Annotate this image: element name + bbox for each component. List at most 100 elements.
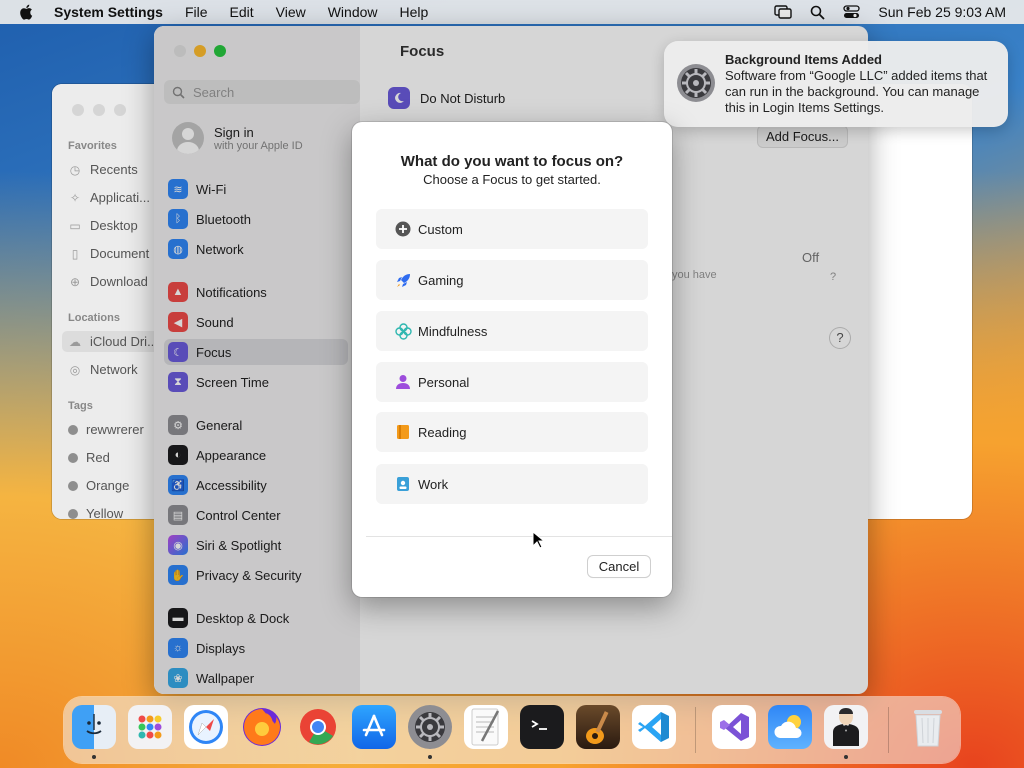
dialog-subtitle: Choose a Focus to get started. xyxy=(423,172,601,187)
dock-separator xyxy=(695,707,696,753)
dock-trash-icon[interactable] xyxy=(906,705,950,749)
finder-zoom-button[interactable] xyxy=(114,104,126,116)
menu-file[interactable]: File xyxy=(185,4,208,20)
notification-body: Software from “Google LLC” added items t… xyxy=(725,68,988,115)
finder-item-label: Download xyxy=(90,274,148,289)
finder-tag-label: Red xyxy=(86,450,110,465)
spotlight-search-icon[interactable] xyxy=(810,5,825,20)
screen-mirroring-icon[interactable] xyxy=(774,5,793,19)
clock-icon: ◷ xyxy=(69,162,81,177)
dock-launchpad-icon[interactable] xyxy=(128,705,172,749)
finder-item-label: iCloud Dri... xyxy=(90,334,158,349)
menu-app-name[interactable]: System Settings xyxy=(54,4,163,20)
dock-chrome-icon[interactable] xyxy=(296,705,340,749)
finder-item-network[interactable]: ◎ Network xyxy=(68,362,138,377)
dock-separator xyxy=(888,707,889,753)
menu-edit[interactable]: Edit xyxy=(230,4,254,20)
finder-minimize-button[interactable] xyxy=(93,104,105,116)
system-settings-gear-icon xyxy=(677,64,715,102)
menu-bar: System Settings File Edit View Window He… xyxy=(0,0,1024,24)
finder-item-label: Desktop xyxy=(90,218,138,233)
dock-garageband-icon[interactable] xyxy=(576,705,620,749)
dock-visual-studio-icon[interactable] xyxy=(712,705,756,749)
focus-option-custom[interactable]: Custom xyxy=(376,209,648,249)
finder-sidebar: Favorites ◷ Recents ✧ Applicati... ▭ Deskto… xyxy=(52,84,164,519)
dock-app-store-icon[interactable] xyxy=(352,705,396,749)
finder-favorites-header: Favorites xyxy=(68,140,117,152)
dock-firefox-icon[interactable] xyxy=(240,705,284,749)
finder-tag-item[interactable]: Red xyxy=(68,450,110,465)
focus-option-work[interactable]: Work xyxy=(376,464,648,504)
flower-icon xyxy=(394,322,412,340)
finder-item-label: Recents xyxy=(90,162,138,177)
dock-running-indicator xyxy=(92,755,96,759)
finder-item-recents[interactable]: ◷ Recents xyxy=(68,162,138,177)
focus-option-label: Work xyxy=(418,476,449,492)
finder-item-documents[interactable]: ▯ Document xyxy=(68,246,150,261)
finder-item-desktop[interactable]: ▭ Desktop xyxy=(68,218,138,233)
finder-item-label: Network xyxy=(90,362,138,377)
focus-option-label: Personal xyxy=(418,374,470,390)
focus-option-label: Reading xyxy=(418,424,467,440)
finder-tag-label: Yellow xyxy=(86,506,124,519)
finder-tags-header: Tags xyxy=(68,400,93,412)
dock-vscode-icon[interactable] xyxy=(632,705,676,749)
plus-circle-icon xyxy=(394,220,412,238)
desktop-icon: ▭ xyxy=(69,218,81,233)
cloud-icon: ☁ xyxy=(69,334,81,349)
applications-icon: ✧ xyxy=(69,190,81,205)
finder-tag-item[interactable]: Yellow xyxy=(68,506,123,519)
apple-menu-icon[interactable] xyxy=(18,3,36,21)
dock-textedit-icon[interactable] xyxy=(464,705,508,749)
menu-window[interactable]: Window xyxy=(328,4,378,20)
mouse-cursor-icon xyxy=(532,531,544,549)
finder-locations-header: Locations xyxy=(68,312,120,324)
menu-view[interactable]: View xyxy=(276,4,306,20)
finder-traffic-lights xyxy=(72,104,126,116)
dock-running-indicator xyxy=(428,755,432,759)
dock-bartender-icon[interactable] xyxy=(824,705,868,749)
dock-finder-icon[interactable] xyxy=(72,705,116,749)
menubar-clock[interactable]: Sun Feb 25 9:03 AM xyxy=(878,4,1006,20)
dock-weather-icon[interactable] xyxy=(768,705,812,749)
focus-option-gaming[interactable]: Gaming xyxy=(376,260,648,300)
dock-safari-icon[interactable] xyxy=(184,705,228,749)
dialog-title: What do you want to focus on? xyxy=(400,153,624,170)
focus-option-reading[interactable]: Reading xyxy=(376,412,648,452)
download-icon: ⊕ xyxy=(69,274,81,289)
dock-running-indicator xyxy=(844,755,848,759)
finder-tag-label: Orange xyxy=(86,478,130,493)
rocket-icon xyxy=(394,271,412,289)
tag-dot-icon xyxy=(68,480,78,491)
finder-tag-item[interactable]: Orange xyxy=(68,478,129,493)
book-icon xyxy=(394,423,412,441)
menu-help[interactable]: Help xyxy=(400,4,429,20)
person-icon xyxy=(394,373,412,391)
document-icon: ▯ xyxy=(71,246,79,261)
finder-close-button[interactable] xyxy=(72,104,84,116)
control-center-icon[interactable] xyxy=(843,5,861,19)
finder-tag-label: rewwrerer xyxy=(86,422,144,437)
finder-item-applications[interactable]: ✧ Applicati... xyxy=(68,190,150,205)
dock xyxy=(64,697,960,763)
finder-tag-item[interactable]: rewwrerer xyxy=(68,422,144,437)
tag-dot-icon xyxy=(68,508,78,519)
focus-picker-dialog: What do you want to focus on? Choose a F… xyxy=(352,122,672,597)
finder-item-icloud[interactable]: ☁ iCloud Dri... xyxy=(62,331,164,352)
dock-system-settings-icon[interactable] xyxy=(408,705,452,749)
globe-icon: ◎ xyxy=(69,362,81,377)
finder-item-label: Applicati... xyxy=(90,190,150,205)
finder-item-label: Document xyxy=(90,246,150,261)
tag-dot-icon xyxy=(68,452,78,463)
dialog-divider xyxy=(366,536,672,537)
focus-option-label: Mindfulness xyxy=(418,323,488,339)
notification-banner[interactable]: Background Items Added Software from “Go… xyxy=(664,41,1008,127)
focus-option-personal[interactable]: Personal xyxy=(376,362,648,402)
dock-terminal-icon[interactable] xyxy=(520,705,564,749)
finder-item-downloads[interactable]: ⊕ Download xyxy=(68,274,148,289)
notification-title: Background Items Added xyxy=(725,52,882,67)
tag-dot-icon xyxy=(68,424,78,435)
focus-option-mindfulness[interactable]: Mindfulness xyxy=(376,311,648,351)
id-badge-icon xyxy=(394,475,412,493)
cancel-button[interactable]: Cancel xyxy=(588,556,650,577)
